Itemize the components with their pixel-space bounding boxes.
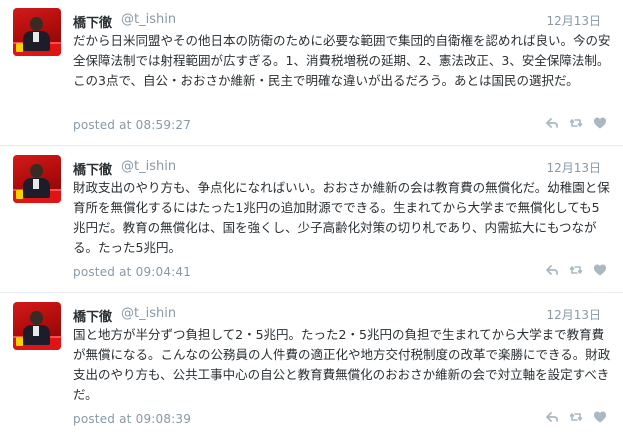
tweet: 橋下徹 @t_ishin 12月13日 だから日米同盟やその他日本の防衛のために…: [0, 0, 623, 146]
heart-icon[interactable]: [593, 263, 607, 277]
retweet-icon[interactable]: [569, 410, 583, 424]
tweet-text: 国と地方が半分ずつ負担して2・5兆円。たった2・5兆円の負担で生まれてから大学ま…: [73, 327, 611, 402]
author-name[interactable]: 橋下徹: [73, 159, 112, 178]
tweet-actions: [545, 263, 607, 277]
heart-icon[interactable]: [593, 410, 607, 424]
tweet-date[interactable]: 12月13日: [546, 159, 601, 176]
avatar[interactable]: [13, 155, 61, 203]
retweet-icon[interactable]: [569, 116, 583, 130]
tweet-feed: 橋下徹 @t_ishin 12月13日 だから日米同盟やその他日本の防衛のために…: [0, 0, 623, 441]
retweet-icon[interactable]: [569, 263, 583, 277]
author-handle[interactable]: @t_ishin: [121, 159, 176, 174]
tweet: 橋下徹 @t_ishin 12月13日 財政支出のやり方も、争点化になればいい。…: [0, 147, 623, 293]
posted-time: posted at 08:59:27: [73, 118, 192, 132]
avatar[interactable]: [13, 8, 61, 56]
author-handle[interactable]: @t_ishin: [121, 12, 176, 27]
author-handle[interactable]: @t_ishin: [121, 306, 176, 321]
tweet-actions: [545, 116, 607, 130]
reply-icon[interactable]: [545, 116, 559, 130]
tweet-date[interactable]: 12月13日: [546, 306, 601, 323]
tweet-text: 財政支出のやり方も、争点化になればいい。おおさか維新の会は教育費の無償化だ。幼稚…: [73, 180, 610, 255]
tweet: 橋下徹 @t_ishin 12月13日 国と地方が半分ずつ負担して2・5兆円。た…: [0, 294, 623, 440]
avatar[interactable]: [13, 302, 61, 350]
posted-time: posted at 09:04:41: [73, 265, 192, 279]
author-name[interactable]: 橋下徹: [73, 306, 112, 325]
reply-icon[interactable]: [545, 410, 559, 424]
tweet-date[interactable]: 12月13日: [546, 12, 601, 29]
author-name[interactable]: 橋下徹: [73, 12, 112, 31]
tweet-text: だから日米同盟やその他日本の防衛のために必要な範囲で集団的自衛権を認めれば良い。…: [73, 33, 611, 88]
reply-icon[interactable]: [545, 263, 559, 277]
posted-time: posted at 09:08:39: [73, 412, 192, 426]
tweet-actions: [545, 410, 607, 424]
heart-icon[interactable]: [593, 116, 607, 130]
